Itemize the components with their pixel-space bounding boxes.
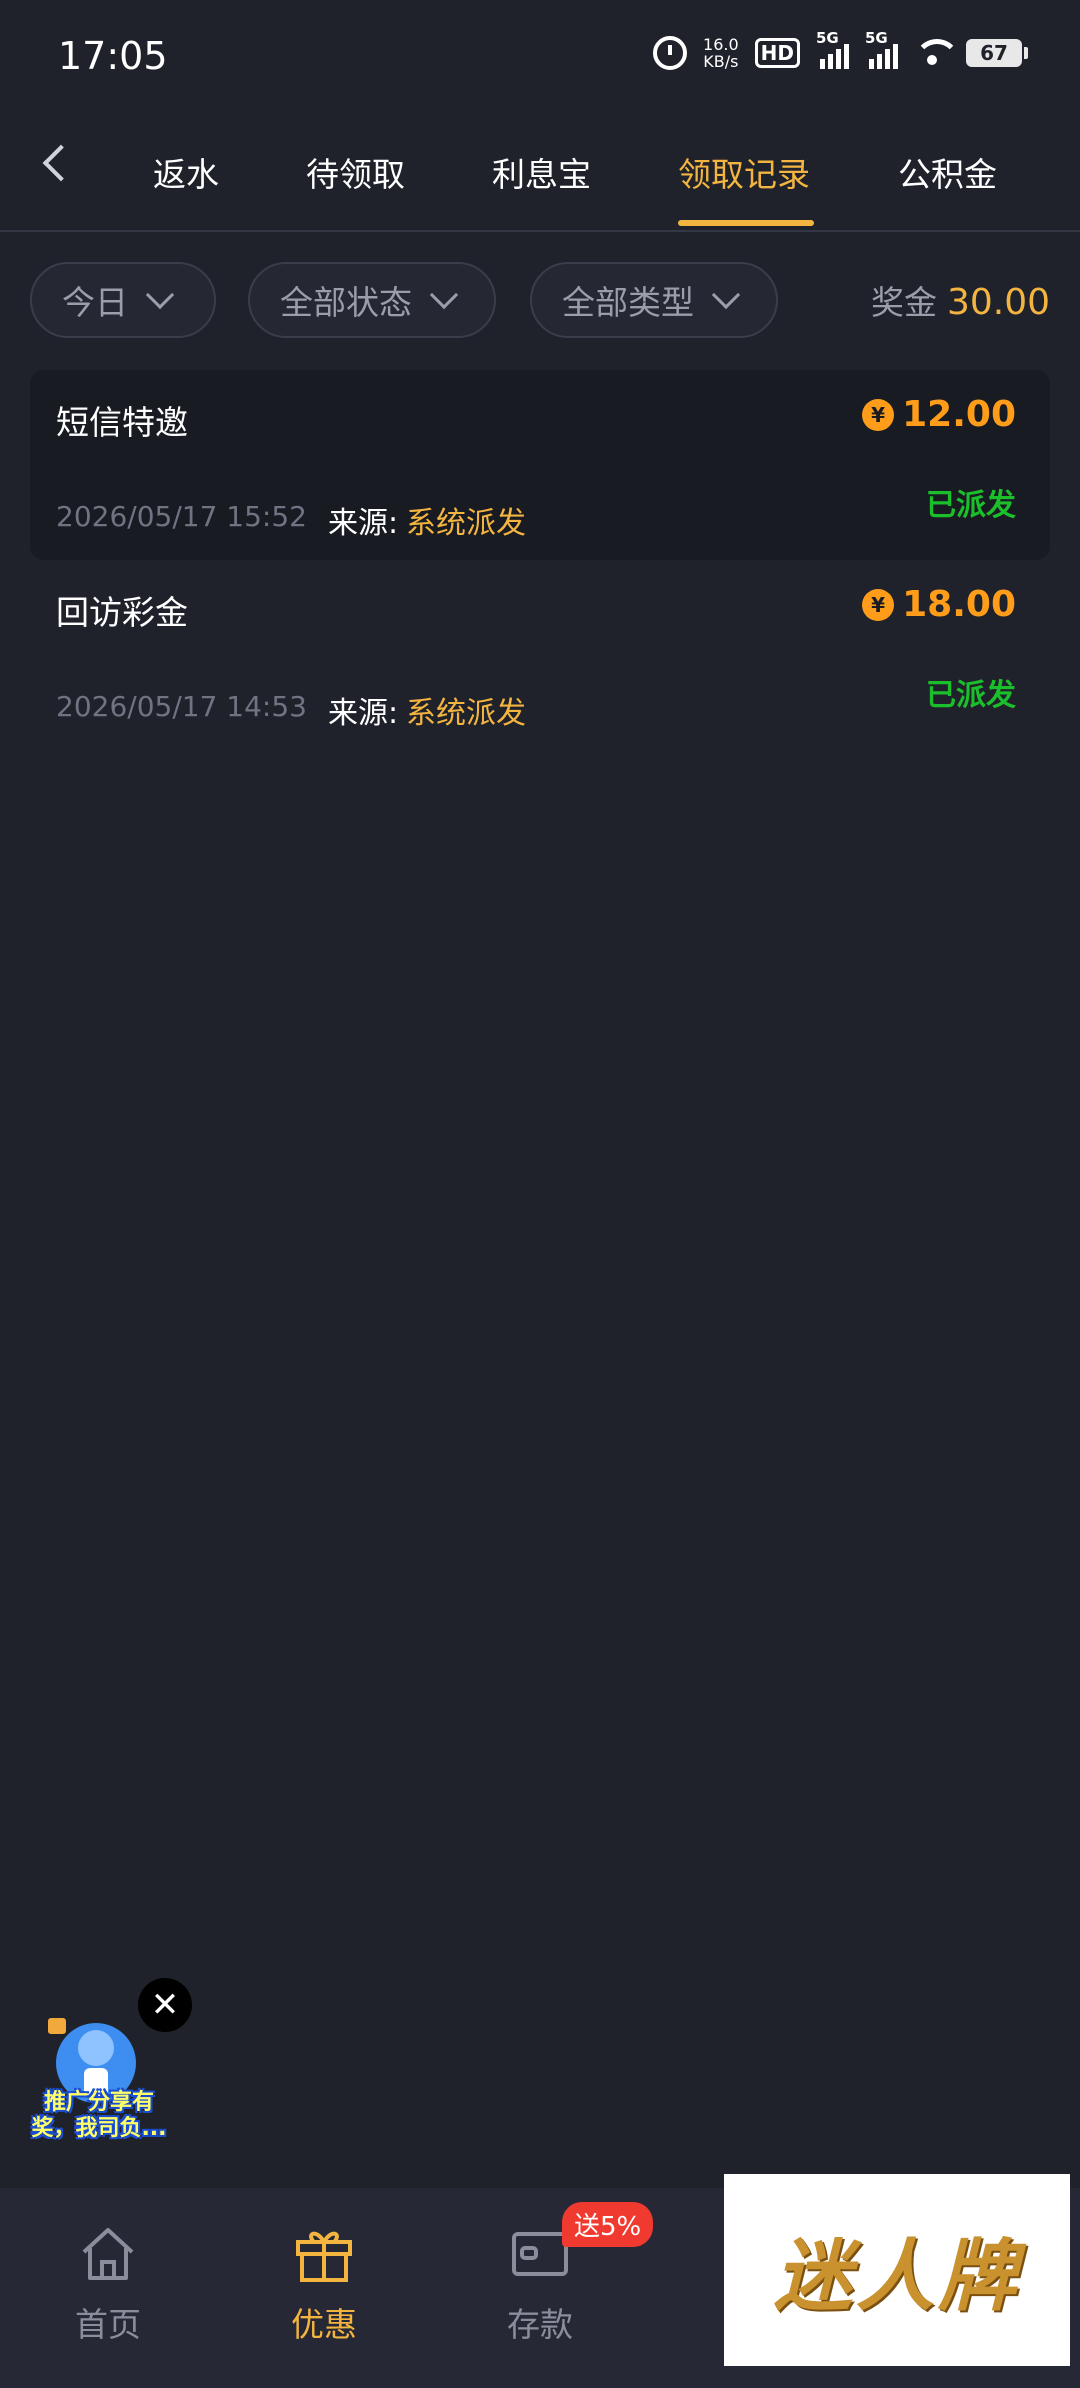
record-title: 回访彩金 [56,593,188,632]
home-icon [82,2228,134,2280]
status-time: 17:05 [58,34,168,78]
record-source-label: 来源: [328,696,399,731]
tab-pending[interactable]: 待领取 [306,148,405,196]
chevron-down-icon [429,280,459,310]
record-amount: ¥ 18.00 [862,584,1016,625]
promo-text-line2: 奖，我司负... [31,2116,167,2141]
bonus-label: 奖金 [870,283,937,322]
status-filter-label: 全部状态 [280,283,412,322]
record-amount: ¥ 12.00 [862,394,1016,435]
bonus-total: 奖金 30.00 [871,276,1050,324]
battery-icon: 67 [966,39,1028,67]
watermark-logo: 迷人牌 [724,2174,1070,2366]
record-status: 已派发 [926,678,1016,713]
alarm-icon [653,36,688,70]
nav-promotions[interactable]: 优惠 [254,2222,394,2346]
promo-text: 推广分享有 奖，我司负... [14,2090,184,2142]
watermark-logo-text: 迷人牌 [773,2231,1020,2322]
record-source: 系统派发 [406,506,526,541]
record-status: 已派发 [926,488,1016,523]
yen-coin-icon: ¥ [862,398,895,431]
net-speed: 16.0 KB/s [703,36,739,70]
back-arrow-icon[interactable] [36,140,76,190]
date-filter-dropdown[interactable]: 今日 [30,262,216,338]
record-title: 短信特邀 [56,403,188,442]
status-bar: 17:05 16.0 KB/s HD 5G 5G 67 [0,0,1080,118]
hd-icon: HD [754,38,800,68]
active-tab-indicator [678,220,814,226]
signal-label: 5G [865,29,888,47]
chevron-down-icon [711,280,741,310]
tab-claim-records[interactable]: 领取记录 [678,148,810,196]
net-speed-unit: KB/s [703,52,739,71]
tab-rebate[interactable]: 返水 [153,148,219,196]
record-source-label: 来源: [328,506,399,541]
tab-bar: 返水 待领取 利息宝 领取记录 公积金 [0,118,1080,232]
status-filter-dropdown[interactable]: 全部状态 [248,262,496,338]
tab-provident-fund[interactable]: 公积金 [898,148,997,196]
bonus-value: 30.00 [946,282,1050,323]
nav-home-label: 首页 [75,2305,141,2344]
record-time: 2026/05/17 14:53 [56,690,307,723]
tab-interest[interactable]: 利息宝 [492,148,591,196]
signal-label: 5G [816,29,839,47]
signal-icon: 5G [816,29,849,69]
record-item: 回访彩金 ¥ 18.00 2026/05/17 14:53 来源: 系统派发 已… [30,560,1050,750]
app-screen: 17:05 16.0 KB/s HD 5G 5G 67 返水 待领取 利息宝 领… [0,0,1080,2388]
promo-text-line1: 推广分享有 [43,2090,154,2115]
status-icons: 16.0 KB/s HD 5G 5G 67 [653,29,1028,70]
signal-icon: 5G [865,29,898,69]
record-amount-value: 18.00 [902,584,1016,625]
gift-icon [296,2231,352,2282]
record-source: 系统派发 [406,696,526,731]
chevron-down-icon [145,280,175,310]
close-icon[interactable]: ✕ [138,1978,192,2032]
type-filter-label: 全部类型 [562,283,694,322]
net-speed-value: 16.0 [703,35,739,54]
deposit-bonus-badge: 送5% [562,2202,654,2247]
nav-home[interactable]: 首页 [38,2222,178,2346]
record-time: 2026/05/17 15:52 [56,500,307,533]
nav-deposit-label: 存款 [507,2305,573,2344]
date-filter-label: 今日 [62,283,128,322]
nav-promotions-label: 优惠 [291,2305,357,2344]
type-filter-dropdown[interactable]: 全部类型 [530,262,778,338]
promo-float[interactable]: ✕ 推广分享有 奖，我司负... [14,1978,192,2148]
record-amount-value: 12.00 [902,394,1016,435]
record-item: 短信特邀 ¥ 12.00 2026/05/17 15:52 来源: 系统派发 已… [30,370,1050,560]
wifi-icon [914,39,960,67]
yen-coin-icon: ¥ [862,588,895,621]
